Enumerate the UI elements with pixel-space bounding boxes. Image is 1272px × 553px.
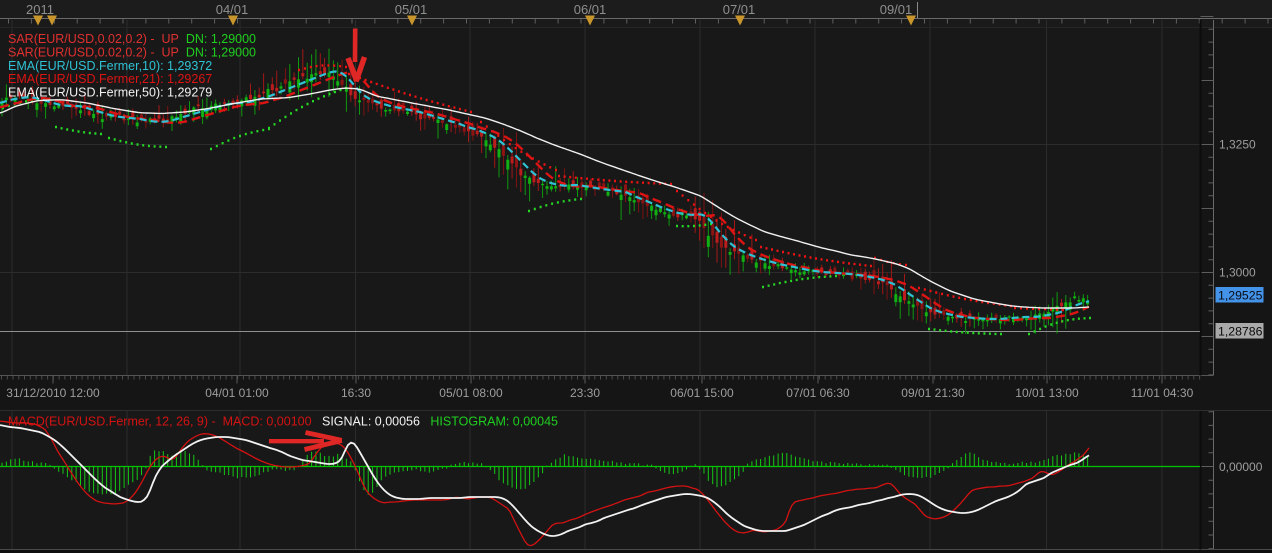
svg-text:11/01 04:30: 11/01 04:30 [1131,386,1194,400]
svg-text:05/01 08:00: 05/01 08:00 [439,386,503,400]
svg-text:07/01 06:30: 07/01 06:30 [786,386,850,400]
svg-text:EMA(EUR/USD.Fermer,10): 1,2937: EMA(EUR/USD.Fermer,10): 1,29372 [8,59,212,73]
svg-text:EMA(EUR/USD.Fermer,21): 1,2926: EMA(EUR/USD.Fermer,21): 1,29267 [8,72,212,86]
svg-text:10/01 13:00: 10/01 13:00 [1015,386,1079,400]
svg-text:09/01: 09/01 [880,2,913,17]
svg-text:1,3000: 1,3000 [1219,266,1256,280]
svg-text:EMA(EUR/USD.Fermer,50): 1,2927: EMA(EUR/USD.Fermer,50): 1,29279 [8,86,212,100]
svg-text:16:30: 16:30 [341,386,371,400]
svg-text:1,3250: 1,3250 [1219,138,1256,152]
svg-text:31/12/2010 12:00: 31/12/2010 12:00 [6,386,100,400]
svg-text:2011: 2011 [26,2,54,17]
svg-text:1,28786: 1,28786 [1218,325,1263,339]
svg-text:SAR(EUR/USD,0.02,0.2) - UP D: SAR(EUR/USD,0.02,0.2) - UP DN: 1,29000 [8,32,256,46]
svg-text:06/01: 06/01 [574,2,607,17]
svg-text:23:30: 23:30 [570,386,600,400]
svg-text:05/01: 05/01 [395,2,428,17]
svg-text:07/01: 07/01 [723,2,756,17]
svg-text:06/01 15:00: 06/01 15:00 [670,386,734,400]
svg-text:09/01 21:30: 09/01 21:30 [901,386,965,400]
svg-text:04/01 01:00: 04/01 01:00 [205,386,269,400]
svg-text:MACD(EUR/USD.Fermer, 12, 26, 9: MACD(EUR/USD.Fermer, 12, 26, 9) - MACD: … [8,415,558,429]
svg-text:1,29525: 1,29525 [1218,289,1263,303]
svg-text:04/01: 04/01 [216,2,249,17]
svg-text:SAR(EUR/USD,0.02,0.2) - UP D: SAR(EUR/USD,0.02,0.2) - UP DN: 1,29000 [8,46,256,60]
svg-text:0,00000: 0,00000 [1219,460,1263,474]
